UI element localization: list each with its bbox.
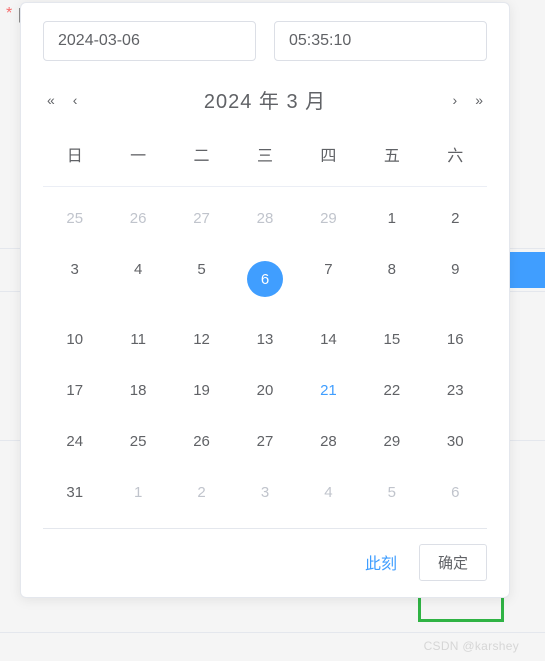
datetime-picker-panel: 2024-03-06 05:35:10 « ‹ 2024 年 3 月 › » 日… [20, 2, 510, 598]
picker-footer: 此刻 确定 [43, 528, 487, 581]
prev-year-icon[interactable]: « [47, 92, 55, 108]
weekday-tue: 二 [170, 134, 233, 174]
day-cell[interactable]: 21 [297, 367, 360, 414]
day-cell[interactable]: 25 [106, 418, 169, 465]
weekday-fri: 五 [360, 134, 423, 174]
bg-blue-accent [509, 252, 545, 288]
weekday-wed: 三 [233, 134, 296, 174]
weekday-sun: 日 [43, 134, 106, 174]
day-cell[interactable]: 2 [170, 469, 233, 516]
day-cell[interactable]: 27 [233, 418, 296, 465]
calendar-nav: « ‹ 2024 年 3 月 › » [43, 85, 487, 114]
day-cell[interactable]: 5 [170, 246, 233, 312]
day-cell[interactable]: 4 [106, 246, 169, 312]
date-input[interactable]: 2024-03-06 [43, 21, 256, 61]
day-cell[interactable]: 20 [233, 367, 296, 414]
time-input[interactable]: 05:35:10 [274, 21, 487, 61]
day-cell[interactable]: 27 [170, 195, 233, 242]
prev-month-icon[interactable]: ‹ [73, 92, 78, 108]
day-cell[interactable]: 19 [170, 367, 233, 414]
day-cell[interactable]: 31 [43, 469, 106, 516]
day-cell[interactable]: 14 [297, 316, 360, 363]
day-cell[interactable]: 1 [360, 195, 423, 242]
day-cell[interactable]: 25 [43, 195, 106, 242]
day-cell[interactable]: 6 [424, 469, 487, 516]
day-cell[interactable]: 15 [360, 316, 423, 363]
day-cell[interactable]: 4 [297, 469, 360, 516]
day-cell[interactable]: 2 [424, 195, 487, 242]
day-cell[interactable]: 29 [297, 195, 360, 242]
day-cell[interactable]: 3 [233, 469, 296, 516]
day-cell[interactable]: 3 [43, 246, 106, 312]
required-asterisk: * [6, 5, 12, 23]
bg-divider [0, 632, 545, 633]
day-cell[interactable]: 30 [424, 418, 487, 465]
day-cell[interactable]: 26 [106, 195, 169, 242]
nav-left: « ‹ [47, 92, 77, 108]
input-row: 2024-03-06 05:35:10 [43, 21, 487, 61]
weekday-mon: 一 [106, 134, 169, 174]
day-cell[interactable]: 28 [297, 418, 360, 465]
day-cell[interactable]: 8 [360, 246, 423, 312]
day-cell[interactable]: 26 [170, 418, 233, 465]
now-button[interactable]: 此刻 [351, 543, 411, 581]
day-cell[interactable]: 29 [360, 418, 423, 465]
day-cell[interactable]: 28 [233, 195, 296, 242]
day-cell[interactable]: 23 [424, 367, 487, 414]
day-cell[interactable]: 18 [106, 367, 169, 414]
day-cell[interactable]: 12 [170, 316, 233, 363]
day-cell[interactable]: 9 [424, 246, 487, 312]
weekday-header: 日 一 二 三 四 五 六 [43, 134, 487, 187]
nav-title[interactable]: 2024 年 3 月 [204, 85, 326, 114]
weekday-sat: 六 [424, 134, 487, 174]
day-cell[interactable]: 7 [297, 246, 360, 312]
day-cell[interactable]: 24 [43, 418, 106, 465]
day-cell[interactable]: 11 [106, 316, 169, 363]
watermark: CSDN @karshey [424, 639, 519, 653]
confirm-button[interactable]: 确定 [419, 544, 487, 581]
day-cell[interactable]: 16 [424, 316, 487, 363]
next-month-icon[interactable]: › [453, 92, 458, 108]
weekday-thu: 四 [297, 134, 360, 174]
day-cell[interactable]: 22 [360, 367, 423, 414]
nav-right: › » [453, 92, 483, 108]
day-cell[interactable]: 17 [43, 367, 106, 414]
day-cell[interactable]: 10 [43, 316, 106, 363]
next-year-icon[interactable]: » [475, 92, 483, 108]
days-grid: 2526272829123456789101112131415161718192… [43, 195, 487, 516]
day-cell[interactable]: 13 [233, 316, 296, 363]
day-cell[interactable]: 1 [106, 469, 169, 516]
day-cell[interactable]: 5 [360, 469, 423, 516]
day-cell[interactable]: 6 [233, 246, 296, 312]
